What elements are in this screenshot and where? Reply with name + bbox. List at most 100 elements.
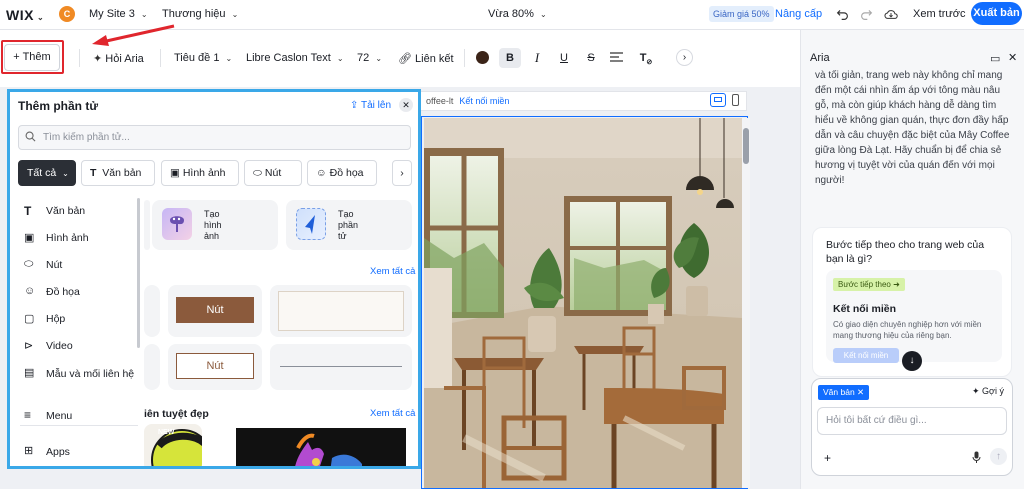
ai-card-partial — [144, 200, 150, 250]
desktop-view-icon[interactable] — [710, 93, 726, 107]
chip-button[interactable]: ⬭ Nút — [244, 160, 302, 186]
font-dropdown[interactable]: Libre Caslon Text ⌄ — [246, 52, 344, 64]
site-avatar[interactable]: C — [59, 6, 75, 22]
ai-image-icon — [162, 208, 192, 240]
strikethrough-button[interactable]: S — [580, 48, 602, 68]
divider — [464, 49, 465, 67]
link-icon: 🔗︎ — [398, 53, 412, 65]
chip-image[interactable]: ▣ Hình ảnh — [161, 160, 239, 186]
category-forms[interactable]: ▤ Mẫu và mối liên hệ — [20, 365, 140, 397]
publish-button[interactable]: Xuất bản — [971, 2, 1022, 25]
see-all-buttons-link[interactable]: Xem tất cả — [370, 266, 415, 277]
section-heading: iên tuyệt đẹp — [144, 408, 209, 420]
next-step-tag: Bước tiếp theo ➜ — [833, 278, 905, 291]
button-style-card[interactable]: Nút — [168, 285, 262, 337]
close-icon[interactable]: ✕ — [1008, 51, 1017, 64]
next-step-title: Kết nối miền — [833, 303, 897, 315]
category-box[interactable]: ▢ Hộp — [20, 311, 140, 327]
underline-button[interactable]: U — [553, 48, 575, 68]
align-left-icon[interactable] — [610, 52, 623, 63]
ask-aria-button[interactable]: ✦ Hỏi Aria — [93, 52, 144, 65]
aria-message: và tối giản, trang web này không chỉ man… — [815, 70, 1010, 186]
chevron-right-icon[interactable]: › — [392, 160, 412, 186]
text-color-swatch[interactable] — [476, 51, 489, 64]
suggest-button[interactable]: ✦ Gợi ý — [972, 386, 1004, 397]
divider — [20, 425, 138, 426]
wix-logo[interactable]: WIX ⌄ — [6, 7, 44, 23]
scroll-down-icon[interactable]: ↓ — [902, 351, 922, 371]
upgrade-link[interactable]: Nâng cấp — [775, 8, 822, 20]
graphic-card-badge[interactable]: NEW — [144, 424, 202, 466]
box-style-card[interactable] — [270, 285, 412, 337]
bold-button[interactable]: B — [499, 48, 521, 68]
sample-divider — [280, 366, 402, 367]
undo-icon[interactable] — [836, 8, 849, 21]
category-image[interactable]: ▣ Hình ảnh — [20, 230, 140, 246]
preview-button[interactable]: Xem trước — [913, 8, 965, 20]
canvas-scroll-thumb[interactable] — [743, 128, 749, 164]
chat-input[interactable]: Hỏi tôi bất cứ điều gì... — [817, 407, 1007, 435]
text-icon: T — [24, 204, 32, 218]
ai-element-card[interactable]: Tạo phần tử — [286, 200, 412, 250]
chevron-down-icon: ⌄ — [62, 169, 69, 178]
chevron-down-icon: ⌄ — [231, 10, 239, 19]
ai-element-icon — [296, 208, 326, 240]
italic-button[interactable]: I — [526, 48, 548, 68]
canvas-scrollbar[interactable] — [742, 118, 750, 488]
send-icon[interactable]: ↑ — [990, 448, 1007, 465]
chevron-down-icon: ⌄ — [539, 10, 547, 19]
badge-text: NEW — [158, 429, 175, 436]
context-chip[interactable]: Văn bản ✕ — [818, 385, 870, 400]
chevron-right-icon[interactable]: › — [676, 49, 693, 66]
image-icon: ▣ — [170, 167, 180, 179]
close-icon[interactable]: ✕ — [399, 98, 413, 112]
search-input[interactable]: Tìm kiếm phần tử... — [18, 125, 411, 150]
chat-icon[interactable]: ▭ — [990, 52, 1000, 65]
link-button[interactable]: 🔗︎ Liên kết — [398, 52, 454, 65]
ai-image-card[interactable]: Tạo hình ảnh — [152, 200, 278, 250]
chip-graphics[interactable]: ☺ Đồ họa — [307, 160, 377, 186]
category-button[interactable]: ⬭ Nút — [20, 257, 140, 273]
smiley-icon: ☺ — [316, 167, 327, 179]
plus-icon[interactable]: + — [824, 451, 831, 465]
category-video[interactable]: ⊳ Video — [20, 338, 140, 354]
category-graphics[interactable]: ☺ Đồ họa — [20, 284, 140, 300]
chip-all[interactable]: Tất cả ⌄ — [18, 160, 76, 186]
zoom-menu[interactable]: Vừa 80% ⌄ — [488, 8, 547, 20]
category-apps[interactable]: ⊞ Apps — [20, 444, 140, 460]
upload-button[interactable]: ⇪ Tải lên — [350, 100, 391, 111]
video-icon: ⊳ — [24, 340, 34, 352]
connect-domain-button[interactable]: Kết nối miền — [833, 348, 899, 363]
aria-title: Aria — [810, 52, 830, 64]
divider — [79, 49, 80, 67]
add-elements-panel: Thêm phần tử ⇪ Tải lên ✕ Tìm kiếm phần t… — [7, 89, 421, 469]
clear-format-icon[interactable]: T⊘ — [635, 48, 657, 68]
chip-text[interactable]: T Văn bản — [81, 160, 155, 186]
button-card-partial-2 — [144, 344, 160, 390]
search-icon — [25, 131, 36, 142]
smiley-icon: ☺ — [24, 285, 36, 297]
see-all-graphics-link[interactable]: Xem tất cả — [370, 408, 415, 419]
discount-badge: Giảm giá 50% — [709, 6, 774, 22]
site-menu[interactable]: My Site 3 ⌄ — [89, 8, 148, 20]
category-text[interactable]: T Văn bản — [20, 203, 140, 219]
graphic-card-illustration[interactable] — [236, 428, 406, 466]
brand-menu[interactable]: Thương hiệu ⌄ — [162, 8, 238, 20]
menu-icon: ≡ — [24, 408, 32, 422]
connect-domain-link[interactable]: Kết nối miền — [459, 96, 509, 106]
font-size-dropdown[interactable]: 72 ⌄ — [357, 52, 382, 64]
category-menu[interactable]: ≡ Menu — [20, 408, 140, 424]
divider — [160, 49, 161, 67]
divider-style-card[interactable] — [270, 344, 412, 390]
chevron-down-icon: ⌄ — [336, 54, 344, 63]
heading-style-dropdown[interactable]: Tiêu đề 1 ⌄ — [174, 52, 232, 64]
button-card-partial — [144, 285, 160, 337]
mobile-view-icon[interactable] — [732, 94, 739, 106]
microphone-icon[interactable] — [972, 451, 981, 463]
redo-icon[interactable] — [860, 8, 873, 21]
button-outline-card[interactable]: Nút — [168, 344, 262, 390]
chevron-down-icon: ⌄ — [36, 13, 45, 22]
cloud-save-icon[interactable] — [884, 8, 898, 21]
panel-title: Thêm phần tử — [18, 99, 99, 113]
annotation-arrow-icon — [88, 22, 178, 48]
